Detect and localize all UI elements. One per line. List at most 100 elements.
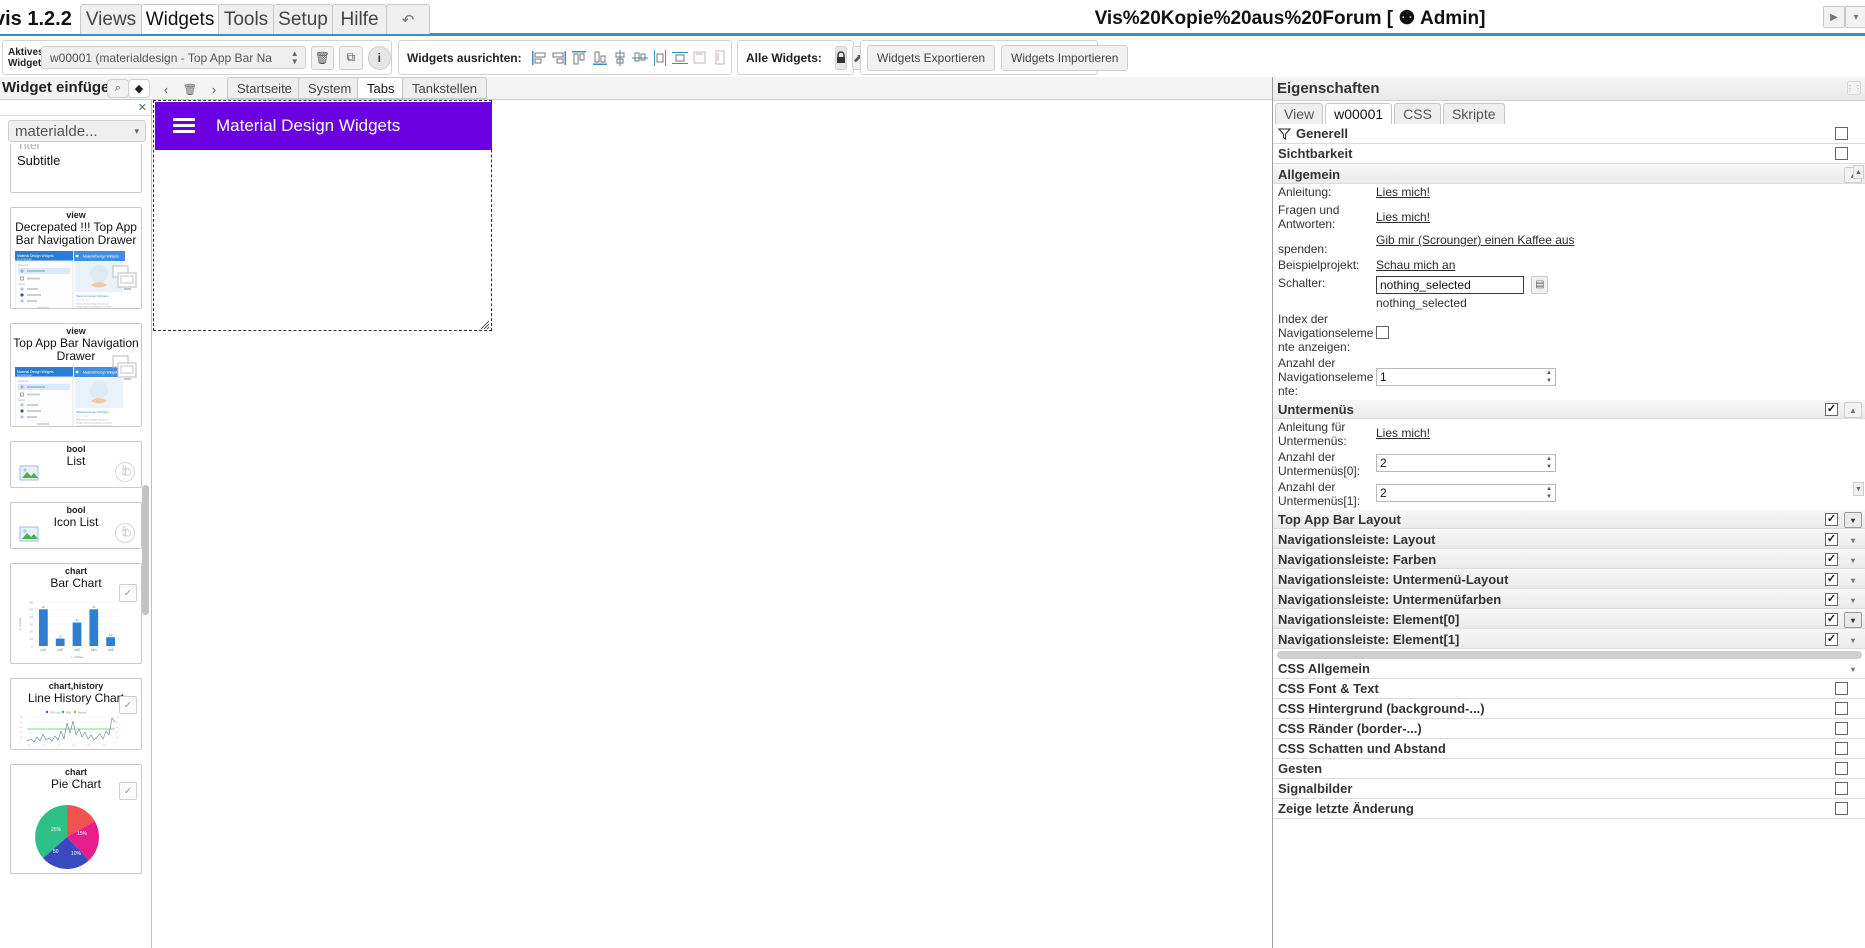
group-checkbox[interactable] xyxy=(1835,802,1848,815)
menu-tab-widgets[interactable]: Widgets xyxy=(141,4,219,34)
group-top-app-bar-layout[interactable]: Top App Bar Layout ✓ ▾ xyxy=(1273,509,1865,529)
spinner-down-icon[interactable]: ▼ xyxy=(1543,377,1555,385)
view-tab-tankstellen[interactable]: Tankstellen xyxy=(402,77,488,99)
faq-link[interactable]: Lies mich! xyxy=(1376,210,1430,224)
spinner-down-icon[interactable]: ▼ xyxy=(1543,493,1555,501)
duplicate-widget-button[interactable]: ⧉ xyxy=(339,45,363,70)
spinner-down-icon[interactable]: ▼ xyxy=(1543,463,1555,471)
widget-card[interactable]: view Decrepated !!! Top App Bar Navigati… xyxy=(10,207,142,309)
menu-tab-views[interactable]: Views xyxy=(80,4,142,34)
menu-tab-setup[interactable]: Setup xyxy=(273,4,333,34)
group-navigationsleiste-element-1[interactable]: Navigationsleiste: Element[1] ✓ ▾ xyxy=(1273,629,1865,649)
search-icon[interactable]: ⌕ xyxy=(107,79,129,98)
group-checkbox[interactable] xyxy=(1835,762,1848,775)
hamburger-icon[interactable] xyxy=(173,118,195,134)
tab-view[interactable]: View xyxy=(1275,103,1324,124)
group-checkbox[interactable] xyxy=(1835,702,1848,715)
distribute-vertical-icon[interactable] xyxy=(671,46,690,69)
group-untermenus[interactable]: Untermenüs ✓ ▲ xyxy=(1273,399,1865,419)
group-generell[interactable]: Generell xyxy=(1273,124,1865,144)
resize-handle[interactable] xyxy=(480,319,490,330)
top-app-bar[interactable]: Material Design Widgets xyxy=(155,102,492,150)
panel-grip-icon[interactable]: ⋮⋮ xyxy=(1846,81,1862,95)
view-tab-system[interactable]: System xyxy=(298,77,362,99)
group-css-hintergrund[interactable]: CSS Hintergrund (background-...) xyxy=(1273,699,1865,719)
selected-widget-frame[interactable]: Material Design Widgets xyxy=(153,100,492,331)
tab-css[interactable]: CSS xyxy=(1394,103,1441,124)
view-tab-tabs[interactable]: Tabs xyxy=(357,77,405,99)
group-checkbox[interactable]: ✓ xyxy=(1825,573,1838,586)
next-view-icon[interactable]: › xyxy=(203,79,225,99)
menu-tab-tools[interactable]: Tools xyxy=(218,4,274,34)
widget-card-list[interactable]: Titel Subtitle view Decrepated !!! Top A… xyxy=(0,144,152,948)
view-tab-startseite[interactable]: Startseite xyxy=(227,77,302,99)
group-checkbox[interactable] xyxy=(1835,742,1848,755)
active-widget-select[interactable]: w00001 (materialdesign - Top App Bar Na … xyxy=(41,46,306,69)
align-right-icon[interactable] xyxy=(550,46,569,69)
import-widgets-button[interactable]: Widgets Importieren xyxy=(1001,44,1129,71)
widget-set-select[interactable]: materialde... ▾ xyxy=(8,120,146,142)
prev-view-icon[interactable]: ‹ xyxy=(155,79,177,99)
group-allgemein[interactable]: Allgemein ▲ xyxy=(1273,164,1865,184)
align-center-vertical-icon[interactable] xyxy=(610,46,629,69)
group-navigationsleiste-untermenu-layout[interactable]: Navigationsleiste: Untermenü-Layout ✓ ▾ xyxy=(1273,569,1865,589)
expand-icon[interactable]: ▾ xyxy=(1844,532,1862,548)
distribute-horizontal-icon[interactable] xyxy=(650,46,669,69)
group-checkbox[interactable]: ✓ xyxy=(1825,533,1838,546)
group-checkbox[interactable]: ✓ xyxy=(1825,613,1838,626)
widget-card[interactable]: chart,history Line History Chart ✓ CPU L… xyxy=(10,678,142,750)
group-css-raender[interactable]: CSS Ränder (border-...) xyxy=(1273,719,1865,739)
group-checkbox[interactable] xyxy=(1835,722,1848,735)
spenden-link[interactable]: Gib mir (Scrounger) einen Kaffee aus xyxy=(1376,233,1575,247)
group-sichtbarkeit-checkbox[interactable] xyxy=(1835,147,1848,160)
widget-card[interactable]: chart Pie Chart ✓ 25% 15% 10% 50 xyxy=(10,764,142,874)
same-height-icon[interactable] xyxy=(711,46,730,69)
tab-w00001[interactable]: w00001 xyxy=(1325,103,1393,124)
group-checkbox[interactable]: ✓ xyxy=(1825,553,1838,566)
align-center-horizontal-icon[interactable] xyxy=(630,46,649,69)
expand-icon[interactable]: ▾ xyxy=(1844,552,1862,568)
anleitung-link[interactable]: Lies mich! xyxy=(1376,185,1430,199)
align-bottom-icon[interactable] xyxy=(590,46,609,69)
tab-skripte[interactable]: Skripte xyxy=(1442,103,1505,124)
group-css-font-text[interactable]: CSS Font & Text xyxy=(1273,679,1865,699)
group-navigationsleiste-farben[interactable]: Navigationsleiste: Farben ✓ ▾ xyxy=(1273,549,1865,569)
close-icon[interactable]: ✕ xyxy=(138,101,147,114)
group-navigationsleiste-untermenufarben[interactable]: Navigationsleiste: Untermenüfarben ✓ ▾ xyxy=(1273,589,1865,609)
widget-info-button[interactable]: i xyxy=(367,45,391,70)
collapse-icon[interactable]: ▲ xyxy=(1844,402,1862,418)
properties-scroll-down[interactable]: ▼ xyxy=(1853,482,1864,496)
widget-list-scrollbar[interactable] xyxy=(142,485,149,615)
expand-icon[interactable]: ▾ xyxy=(1844,572,1862,588)
properties-scroll-up[interactable]: ▲ xyxy=(1853,165,1864,179)
tag-icon[interactable]: ◆ xyxy=(128,79,150,98)
group-checkbox[interactable] xyxy=(1835,682,1848,695)
group-checkbox[interactable] xyxy=(1835,782,1848,795)
properties-body[interactable]: Generell Sichtbarkeit Allgemein ▲ Anleit… xyxy=(1273,124,1865,948)
widget-card[interactable]: chart Bar Chart ✓ 0 10 20 30 40 50 60 50 val1 10 v… xyxy=(10,563,142,664)
delete-view-icon[interactable]: 🗑 xyxy=(179,79,201,99)
align-top-icon[interactable] xyxy=(570,46,589,69)
group-signalbilder[interactable]: Signalbilder xyxy=(1273,779,1865,799)
group-checkbox[interactable]: ✓ xyxy=(1825,513,1838,526)
expand-icon[interactable]: ▾ xyxy=(1844,592,1862,608)
group-css-schatten[interactable]: CSS Schatten und Abstand xyxy=(1273,739,1865,759)
expand-icon[interactable]: ▾ xyxy=(1844,661,1862,677)
run-icon[interactable]: ▶ xyxy=(1823,6,1845,28)
delete-widget-button[interactable]: 🗑 xyxy=(310,45,335,70)
widget-card[interactable]: view Top App Bar Navigation Drawer Mater… xyxy=(10,323,142,427)
anzahl-untermenus-1-input[interactable] xyxy=(1376,484,1556,502)
anzahl-untermenus-0-input[interactable] xyxy=(1376,454,1556,472)
anleitung-untermenus-link[interactable]: Lies mich! xyxy=(1376,426,1430,440)
view-canvas[interactable]: Material Design Widgets xyxy=(153,100,1272,948)
undo-icon[interactable]: ↶ xyxy=(386,4,430,34)
widget-card[interactable]: bool Icon List 1 xyxy=(10,502,142,549)
menu-tab-hilfe[interactable]: Hilfe xyxy=(332,4,387,34)
group-navigationsleiste-layout[interactable]: Navigationsleiste: Layout ✓ ▾ xyxy=(1273,529,1865,549)
group-zeige-letzte-aenderung[interactable]: Zeige letzte Änderung xyxy=(1273,799,1865,819)
group-gesten[interactable]: Gesten xyxy=(1273,759,1865,779)
widget-card[interactable]: bool List 1 xyxy=(10,441,142,488)
export-widgets-button[interactable]: Widgets Exportieren xyxy=(867,44,996,71)
group-untermenus-checkbox[interactable]: ✓ xyxy=(1825,403,1838,416)
group-generell-checkbox[interactable] xyxy=(1835,127,1848,140)
